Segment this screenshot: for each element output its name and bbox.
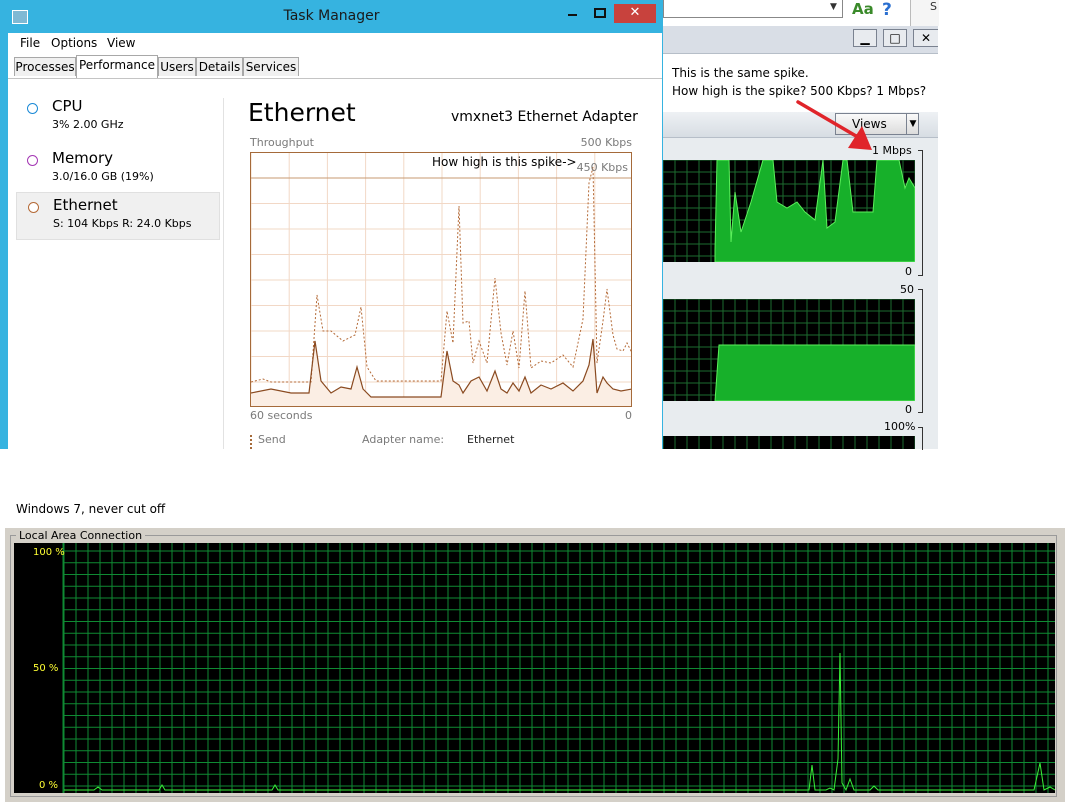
- win7-caption: Windows 7, never cut off: [16, 502, 166, 516]
- sidebar-item-detail: S: 104 Kbps R: 24.0 Kbps: [53, 217, 192, 230]
- menu-options[interactable]: Options: [51, 36, 97, 50]
- close-icon: ✕: [629, 5, 641, 20]
- task-manager-client: File Options View Processes Performance …: [8, 33, 662, 449]
- tab-processes[interactable]: Processes: [14, 57, 76, 76]
- spike-annotation: How high is this spike->: [432, 155, 577, 169]
- tcp-graph-svg: [662, 298, 916, 402]
- tcp-connections-area: [714, 344, 916, 402]
- adapter-name-label: Adapter name:: [362, 433, 445, 446]
- y-axis-label-100: 100 %: [33, 547, 65, 558]
- sidebar-item-detail: 3.0/16.0 GB (19%): [52, 170, 154, 183]
- maximize-icon: [594, 8, 606, 18]
- minimize-button[interactable]: ▁: [853, 29, 877, 47]
- memory-indicator-icon: [27, 155, 38, 166]
- close-button[interactable]: ✕: [614, 4, 656, 23]
- red-arrow-icon: [796, 100, 872, 150]
- graph-min-label: 0: [905, 403, 912, 416]
- throughput-graph: [250, 152, 632, 407]
- network-utilization-line: [64, 652, 1056, 792]
- sidebar-item-memory[interactable]: Memory 3.0/16.0 GB (19%): [16, 146, 220, 194]
- menu-file[interactable]: File: [20, 36, 40, 50]
- win7-group-label: Local Area Connection: [16, 529, 146, 542]
- graph-max-label: 50: [900, 283, 914, 296]
- win7-network-graph-svg: [62, 543, 1056, 793]
- menu-bar: File Options View: [8, 33, 662, 55]
- page-title: Ethernet: [248, 98, 356, 127]
- utilization-graph: [662, 436, 916, 449]
- ethernet-indicator-icon: [28, 202, 39, 213]
- close-button[interactable]: ✕: [913, 29, 938, 47]
- font-style-icon[interactable]: Aa: [852, 0, 874, 18]
- send-legend-marker: [250, 435, 252, 449]
- title-bar[interactable]: Task Manager ✕: [0, 0, 663, 33]
- sidebar-item-detail: 3% 2.00 GHz: [52, 118, 124, 131]
- minimize-icon: [567, 14, 577, 16]
- tab-bar: Processes Performance Users Details Serv…: [8, 55, 662, 79]
- maximize-button[interactable]: □: [883, 29, 907, 47]
- minimize-icon: ▁: [860, 31, 870, 45]
- sidebar-item-cpu[interactable]: CPU 3% 2.00 GHz: [16, 94, 220, 142]
- utilization-graph-svg: [662, 436, 916, 449]
- sidebar-divider: [223, 98, 224, 449]
- maximize-icon: □: [889, 31, 901, 45]
- scale-label: 450 Kbps: [576, 161, 628, 174]
- chevron-down-icon[interactable]: ▼: [906, 114, 919, 134]
- tab-performance[interactable]: Performance: [76, 55, 158, 78]
- chevron-down-icon[interactable]: ▼: [830, 2, 837, 12]
- network-graph-svg: [662, 159, 916, 263]
- minimize-button[interactable]: [558, 4, 586, 23]
- close-icon: ✕: [920, 31, 932, 45]
- font-combo-box[interactable]: [663, 0, 843, 18]
- task-manager-window: Task Manager ✕ File Options View Process…: [0, 0, 663, 449]
- graph-scale-bracket: [918, 150, 923, 276]
- cpu-indicator-icon: [27, 103, 38, 114]
- graph-max-label: 100%: [884, 420, 916, 433]
- sidebar-item-label: Memory: [52, 149, 114, 167]
- help-icon[interactable]: ?: [882, 0, 892, 20]
- tab-services[interactable]: Services: [243, 57, 299, 76]
- y-axis-label-50: 50 %: [33, 663, 59, 674]
- maximize-button[interactable]: [586, 4, 614, 23]
- menu-view[interactable]: View: [107, 36, 135, 50]
- throughput-label: Throughput: [250, 136, 314, 149]
- zero-label: 0: [625, 409, 632, 422]
- graph-scale-bracket: [918, 289, 923, 413]
- network-activity-area: [714, 159, 916, 263]
- tab-details[interactable]: Details: [196, 57, 243, 76]
- send-legend-label: Send: [258, 433, 286, 446]
- throughput-graph-svg: [251, 153, 631, 406]
- graph-min-label: 0: [905, 265, 912, 278]
- toolbar-cutoff-label: S: [930, 0, 937, 13]
- resource-monitor-title-bar[interactable]: ▁ □ ✕: [663, 26, 938, 54]
- win7-network-graph: 100 % 50 % 0 %: [14, 543, 1056, 793]
- annotation-line-1: This is the same spike.: [672, 66, 809, 80]
- adapter-name-value: Ethernet: [467, 433, 515, 446]
- adapter-title: vmxnet3 Ethernet Adapter: [451, 109, 638, 125]
- tab-users[interactable]: Users: [158, 57, 196, 76]
- network-graph: [662, 159, 916, 263]
- graph-grid: [251, 153, 631, 406]
- sidebar-item-ethernet[interactable]: Ethernet S: 104 Kbps R: 24.0 Kbps: [16, 192, 220, 240]
- tcp-graph: [662, 298, 916, 402]
- graph-scale-bracket: [918, 427, 923, 450]
- time-range-label: 60 seconds: [250, 409, 313, 422]
- y-axis-label-0: 0 %: [39, 780, 59, 791]
- sidebar-item-label: CPU: [52, 97, 83, 115]
- sidebar-item-label: Ethernet: [53, 196, 118, 214]
- max-scale-label: 500 Kbps: [580, 136, 632, 149]
